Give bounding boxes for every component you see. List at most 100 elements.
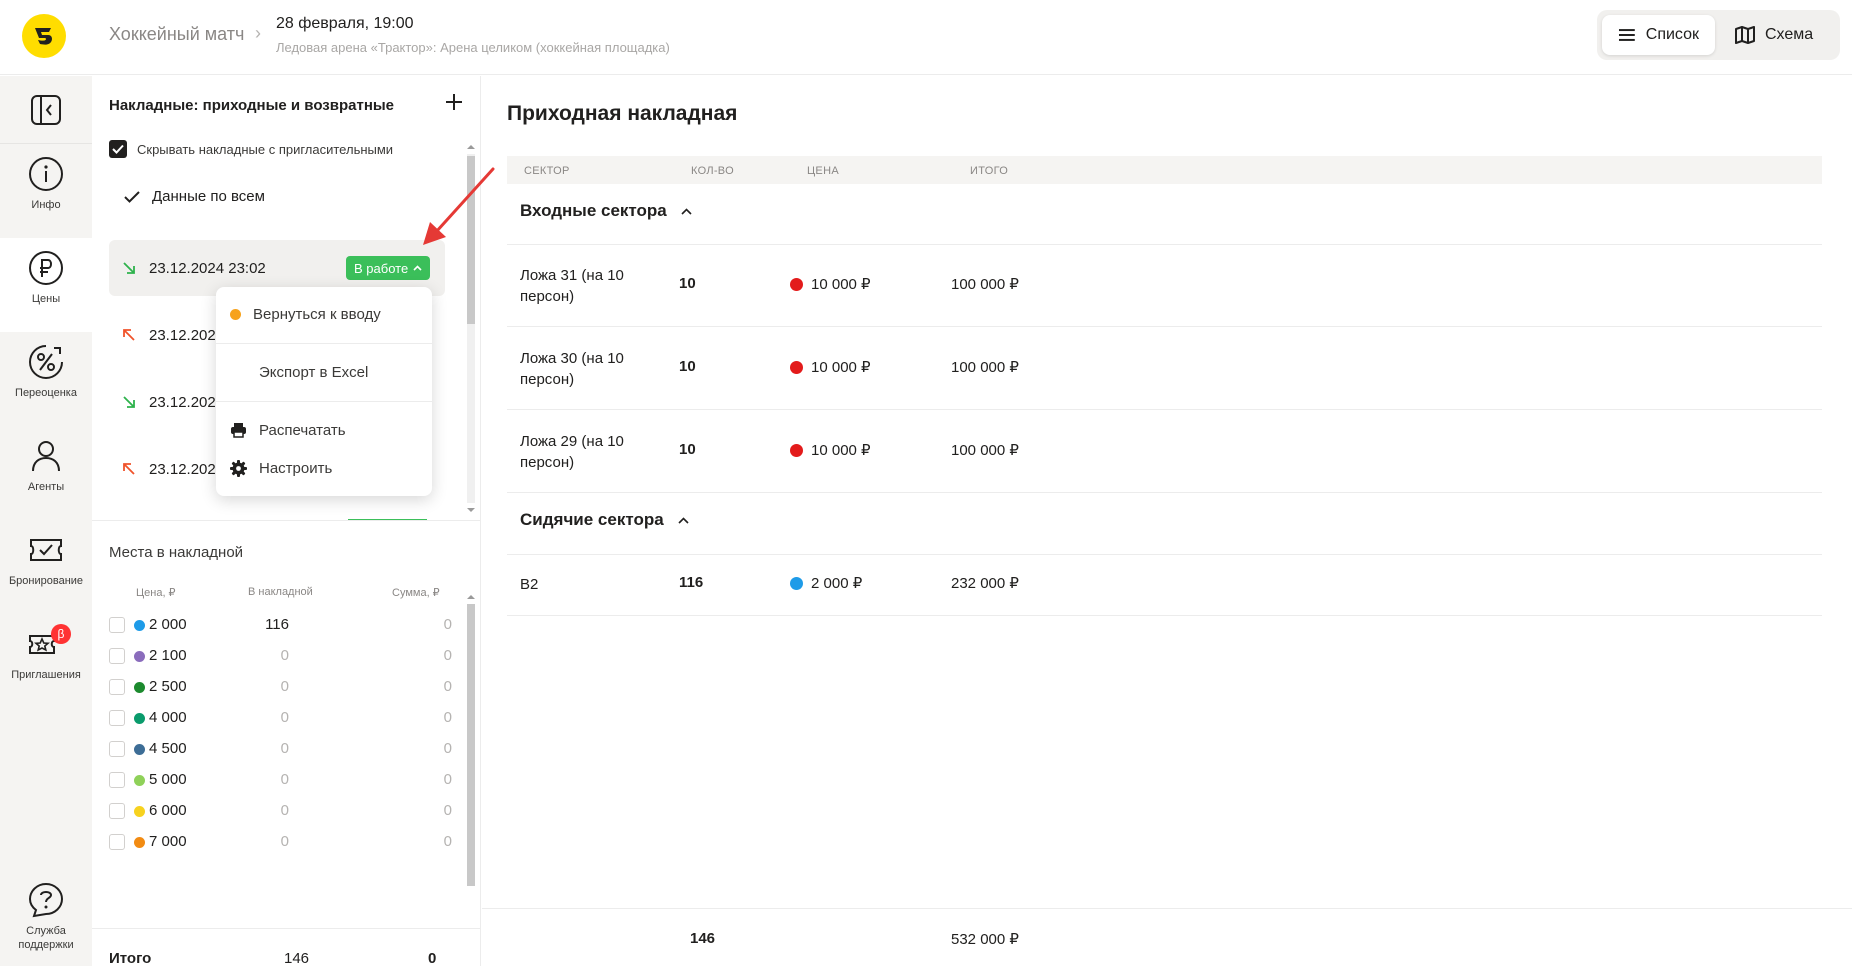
- row-divider: [507, 326, 1822, 327]
- seats-title: Места в накладной: [109, 544, 244, 561]
- view-map-button[interactable]: Схема: [1719, 15, 1835, 55]
- view-list-button[interactable]: Список: [1602, 15, 1715, 55]
- orange-status-dot: [230, 308, 241, 320]
- collapse-sidebar-button[interactable]: [0, 76, 92, 144]
- all-data-item[interactable]: Данные по всем: [124, 188, 265, 205]
- nav-item-repricing[interactable]: Переоценка: [0, 332, 92, 426]
- add-invoice-button[interactable]: [439, 87, 469, 117]
- check-icon: [112, 144, 124, 154]
- invoice-date: 23.12.2024: [149, 393, 225, 411]
- nav-label-agents: Агенты: [27, 481, 65, 493]
- price-value: 2 000 ₽: [811, 575, 863, 592]
- seat-row-checkbox[interactable]: [109, 710, 125, 726]
- row-divider: [507, 615, 1822, 616]
- nav-item-agents[interactable]: Агенты: [0, 426, 92, 520]
- seat-price-row[interactable]: 4 500 0 0: [109, 734, 454, 765]
- cell-total: 100 000 ₽: [951, 276, 1019, 293]
- seat-price: 7 000: [149, 833, 187, 850]
- cell-price: 10 000 ₽: [790, 358, 871, 376]
- status-dropdown-button[interactable]: В работе: [346, 256, 431, 280]
- menu-label: Экспорт в Excel: [259, 363, 369, 381]
- menu-item-back-to-input[interactable]: Вернуться к вводу: [216, 295, 432, 333]
- cell-sector: Ложа 29 (на 10 персон): [520, 433, 624, 471]
- event-date: 28 февраля, 19:00: [276, 15, 414, 32]
- seat-qty: 0: [280, 709, 289, 726]
- scroll-thumb[interactable]: [467, 604, 475, 886]
- chevron-up-icon: [413, 265, 422, 271]
- printer-icon: [231, 423, 246, 438]
- nav-item-invitations[interactable]: β Приглашения: [0, 614, 92, 708]
- seat-row-checkbox[interactable]: [109, 741, 125, 757]
- seat-row-checkbox[interactable]: [109, 617, 125, 633]
- scroll-down-icon[interactable]: [465, 505, 477, 515]
- menu-item-export-excel[interactable]: Экспорт в Excel: [216, 353, 432, 391]
- seat-row-checkbox[interactable]: [109, 679, 125, 695]
- nav-item-prices[interactable]: Цены: [0, 238, 92, 332]
- seat-qty: 0: [280, 647, 289, 664]
- seat-price-row[interactable]: 6 000 0 0: [109, 796, 454, 827]
- table-row[interactable]: B2 116 2 000 ₽ 232 000 ₽: [507, 574, 1822, 616]
- table-row[interactable]: Ложа 30 (на 10 персон) 10 10 000 ₽ 100 0…: [507, 348, 1822, 410]
- booking-icon: [30, 539, 62, 561]
- view-list-label: Список: [1645, 26, 1699, 43]
- seat-sum: 0: [443, 802, 452, 819]
- gear-icon: [230, 459, 247, 477]
- view-switcher: Список Схема: [1597, 10, 1840, 60]
- breadcrumb-event[interactable]: Хоккейный матч: [109, 24, 244, 45]
- scroll-thumb[interactable]: [467, 156, 475, 324]
- nav-item-support[interactable]: Служба поддержки: [0, 870, 92, 966]
- menu-label: Вернуться к вводу: [253, 305, 381, 323]
- seat-price-row[interactable]: 2 000 116 0: [109, 610, 454, 641]
- seat-price-row[interactable]: 4 000 0 0: [109, 703, 454, 734]
- scroll-up-icon[interactable]: [465, 592, 477, 602]
- menu-divider: [216, 401, 432, 402]
- seat-price-row[interactable]: 5 000 0 0: [109, 765, 454, 796]
- invoices-title: Накладные: приходные и возвратные: [109, 97, 395, 114]
- seats-total-sum: 0: [428, 950, 437, 966]
- group-name: Входные сектора: [520, 201, 667, 220]
- nav-item-booking[interactable]: Бронирование: [0, 520, 92, 614]
- group-seated-sectors[interactable]: Сидячие сектора: [507, 493, 1822, 547]
- price-color-dot: [790, 443, 803, 457]
- price-color-dot: [134, 806, 145, 817]
- seats-scrollbar[interactable]: [465, 592, 477, 966]
- seat-price-row[interactable]: 2 100 0 0: [109, 641, 454, 672]
- seats-total-label: Итого: [109, 950, 152, 966]
- invoice-date: 23.12.2024: [149, 460, 225, 478]
- invoices-scrollbar[interactable]: [465, 142, 477, 515]
- nav-label-prices: Цены: [31, 293, 61, 305]
- cell-qty: 10: [679, 275, 696, 292]
- seat-sum: 0: [443, 616, 452, 633]
- price-color-dot: [134, 713, 145, 724]
- seat-row-checkbox[interactable]: [109, 772, 125, 788]
- col-total: ИТОГО: [970, 165, 1009, 177]
- price-color-dot: [790, 576, 803, 590]
- menu-item-configure[interactable]: Настроить: [216, 449, 432, 487]
- group-entry-sectors[interactable]: Входные сектора: [507, 184, 1822, 238]
- hide-invitational-checkbox[interactable]: Скрывать накладные с пригласительными: [109, 140, 393, 158]
- menu-item-print[interactable]: Распечатать: [216, 411, 432, 449]
- group-name: Сидячие сектора: [520, 510, 664, 529]
- seat-row-checkbox[interactable]: [109, 834, 125, 850]
- help-icon: [28, 882, 64, 918]
- ruble-icon: [29, 251, 63, 285]
- all-data-label: Данные по всем: [152, 188, 265, 205]
- seat-price-row[interactable]: 7 000 0 0: [109, 827, 454, 858]
- page-title: Приходная накладная: [507, 102, 738, 125]
- invoice-date: 23.12.2024 23:02: [149, 259, 266, 277]
- seat-price: 6 000: [149, 802, 187, 819]
- cell-total: 232 000 ₽: [951, 575, 1019, 592]
- seat-sum: 0: [443, 678, 452, 695]
- seat-row-checkbox[interactable]: [109, 803, 125, 819]
- table-row[interactable]: Ложа 31 (на 10 персон) 10 10 000 ₽ 100 0…: [507, 265, 1822, 327]
- nav-item-info[interactable]: Инфо: [0, 144, 92, 238]
- checkbox-checked[interactable]: [109, 140, 127, 158]
- seat-price-row[interactable]: 2 500 0 0: [109, 672, 454, 703]
- scroll-up-icon[interactable]: [465, 142, 477, 152]
- list-icon: [1618, 29, 1635, 41]
- app-logo[interactable]: [22, 14, 66, 58]
- menu-divider: [216, 343, 432, 344]
- seat-row-checkbox[interactable]: [109, 648, 125, 664]
- table-row[interactable]: Ложа 29 (на 10 персон) 10 10 000 ₽ 100 0…: [507, 431, 1822, 493]
- chevron-up-icon: [681, 207, 692, 215]
